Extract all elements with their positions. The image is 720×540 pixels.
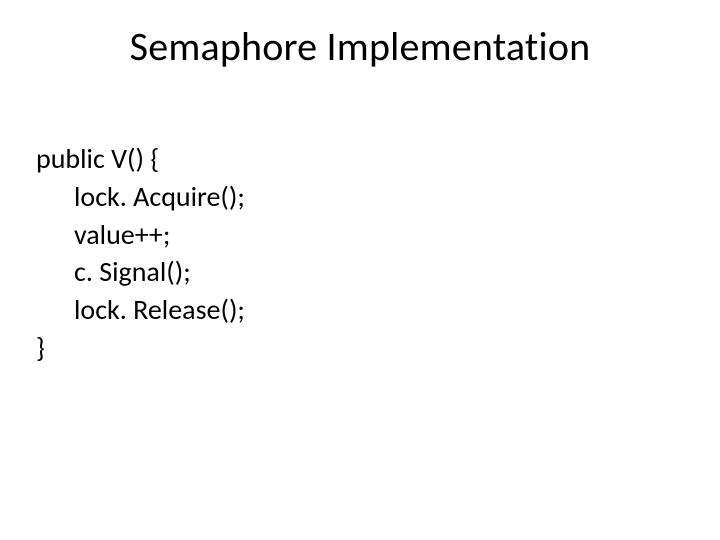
code-block: public V() { lock. Acquire(); value++; c… bbox=[36, 140, 245, 367]
code-line-6: } bbox=[36, 329, 245, 367]
code-line-1: public V() { bbox=[36, 140, 245, 178]
code-line-3: value++; bbox=[36, 216, 245, 254]
code-line-5: lock. Release(); bbox=[36, 291, 245, 329]
code-line-4: c. Signal(); bbox=[36, 253, 245, 291]
code-line-2: lock. Acquire(); bbox=[36, 178, 245, 216]
slide-title: Semaphore Implementation bbox=[0, 22, 720, 71]
slide: Semaphore Implementation public V() { lo… bbox=[0, 0, 720, 540]
